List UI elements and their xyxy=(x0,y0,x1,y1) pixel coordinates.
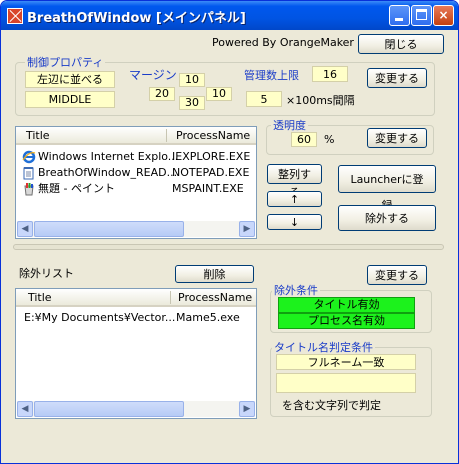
window-title: BreathOfWindow [メインパネル] xyxy=(27,11,246,26)
align-mode-field[interactable]: 左辺に並べる xyxy=(25,71,115,88)
window-list-header: Title ProcessName xyxy=(16,127,256,145)
column-process-name[interactable]: ProcessName xyxy=(176,129,250,142)
close-icon: × xyxy=(438,8,449,22)
scroll-right-icon[interactable]: ▶ xyxy=(239,221,255,237)
internet-explorer-icon xyxy=(22,150,36,164)
delete-button[interactable]: 削除 xyxy=(175,265,254,283)
move-down-button[interactable]: ↓ xyxy=(267,214,322,230)
margin-label: マージン xyxy=(129,68,177,82)
row-process: IEXPLORE.EXE xyxy=(172,150,251,163)
max-manage-field[interactable]: 16 xyxy=(312,66,348,82)
scroll-thumb[interactable] xyxy=(34,401,184,417)
title-match-label: タイトル名判定条件 xyxy=(272,339,375,355)
list-item[interactable]: 無題 - ペイント MSPAINT.EXE xyxy=(16,181,256,197)
move-up-button[interactable]: ↑ xyxy=(267,191,322,207)
row-process: NOTEPAD.EXE xyxy=(172,166,250,179)
close-button[interactable]: 閉じる xyxy=(358,34,444,54)
title-enabled-toggle[interactable]: タイトル有効 xyxy=(278,297,415,313)
row-title: 無題 - ペイント xyxy=(38,182,115,195)
maximize-button[interactable] xyxy=(411,5,432,26)
maximize-icon xyxy=(416,9,427,20)
arrange-button[interactable]: 整列する xyxy=(267,164,322,199)
opacity-change-button[interactable]: 変更する xyxy=(367,128,427,148)
control-change-button[interactable]: 変更する xyxy=(367,68,427,88)
scroll-left-icon[interactable]: ◀ xyxy=(17,221,33,237)
interval-field[interactable]: 5 xyxy=(246,91,282,107)
match-text-field[interactable] xyxy=(276,373,416,393)
list-item[interactable]: Windows Internet Explo... IEXPLORE.EXE xyxy=(16,149,256,165)
match-suffix-label: を含む文字列で判定 xyxy=(282,399,381,412)
opacity-label: 透明度 xyxy=(271,117,308,133)
margin-left-field[interactable]: 20 xyxy=(149,87,175,101)
list-item[interactable]: E:¥My Documents¥Vector... Mame5.exe xyxy=(16,310,256,326)
row-title: Windows Internet Explo... xyxy=(38,150,179,163)
close-window-button[interactable]: × xyxy=(433,5,454,26)
exclude-conditions-label: 除外条件 xyxy=(272,282,320,298)
column-divider[interactable] xyxy=(170,291,171,304)
opacity-field[interactable]: 60 xyxy=(291,132,317,147)
exclude-conditions-change-button[interactable]: 変更する xyxy=(367,265,427,285)
minimize-icon xyxy=(395,18,403,21)
max-manage-label: 管理数上限 xyxy=(244,69,299,82)
match-mode-field[interactable]: フルネーム一致 xyxy=(276,354,416,370)
exclude-list-header: Title ProcessName xyxy=(16,289,256,307)
opacity-unit: % xyxy=(324,133,335,146)
list-item[interactable]: BreathOfWindow_READ... NOTEPAD.EXE xyxy=(16,165,256,181)
minimize-button[interactable] xyxy=(389,5,410,26)
margin-bottom-field[interactable]: 30 xyxy=(179,96,205,110)
row-process: Mame5.exe xyxy=(176,311,240,324)
powered-by-label: Powered By OrangeMaker xyxy=(212,36,354,49)
main-window: BreathOfWindow [メインパネル] × Powered By Ora… xyxy=(0,0,459,464)
scroll-thumb[interactable] xyxy=(34,221,184,237)
window-list-hscrollbar[interactable]: ◀ ▶ xyxy=(17,221,255,237)
title-bar[interactable]: BreathOfWindow [メインパネル] × xyxy=(1,1,458,30)
register-launcher-button[interactable]: Launcherに登録 xyxy=(338,165,436,212)
interval-unit-label: ×100ms間隔 xyxy=(286,94,355,107)
order-mode-field[interactable]: MIDDLE xyxy=(25,91,115,108)
row-process: MSPAINT.EXE xyxy=(172,182,244,195)
app-icon xyxy=(7,8,23,24)
window-list[interactable]: Title ProcessName Windows Internet Explo… xyxy=(15,126,257,239)
margin-right-field[interactable]: 10 xyxy=(206,87,232,101)
margin-top-field[interactable]: 10 xyxy=(179,73,205,87)
control-properties-label: 制御プロパティ xyxy=(25,54,106,70)
exclude-button[interactable]: 除外する xyxy=(338,205,436,231)
exclude-list-label: 除外リスト xyxy=(19,267,74,280)
section-divider xyxy=(13,244,444,250)
paint-icon xyxy=(24,183,34,196)
process-enabled-toggle[interactable]: プロセス名有効 xyxy=(278,313,415,329)
scroll-left-icon[interactable]: ◀ xyxy=(17,401,33,417)
column-title[interactable]: Title xyxy=(26,129,50,142)
exclude-list-hscrollbar[interactable]: ◀ ▶ xyxy=(17,401,255,417)
column-divider[interactable] xyxy=(166,129,167,142)
row-title: E:¥My Documents¥Vector... xyxy=(24,311,176,324)
column-title[interactable]: Title xyxy=(28,291,52,304)
row-title: BreathOfWindow_READ... xyxy=(38,166,178,179)
scroll-right-icon[interactable]: ▶ xyxy=(239,401,255,417)
exclude-list[interactable]: Title ProcessName E:¥My Documents¥Vector… xyxy=(15,288,257,419)
column-process-name[interactable]: ProcessName xyxy=(178,291,252,304)
notepad-icon xyxy=(23,167,34,180)
